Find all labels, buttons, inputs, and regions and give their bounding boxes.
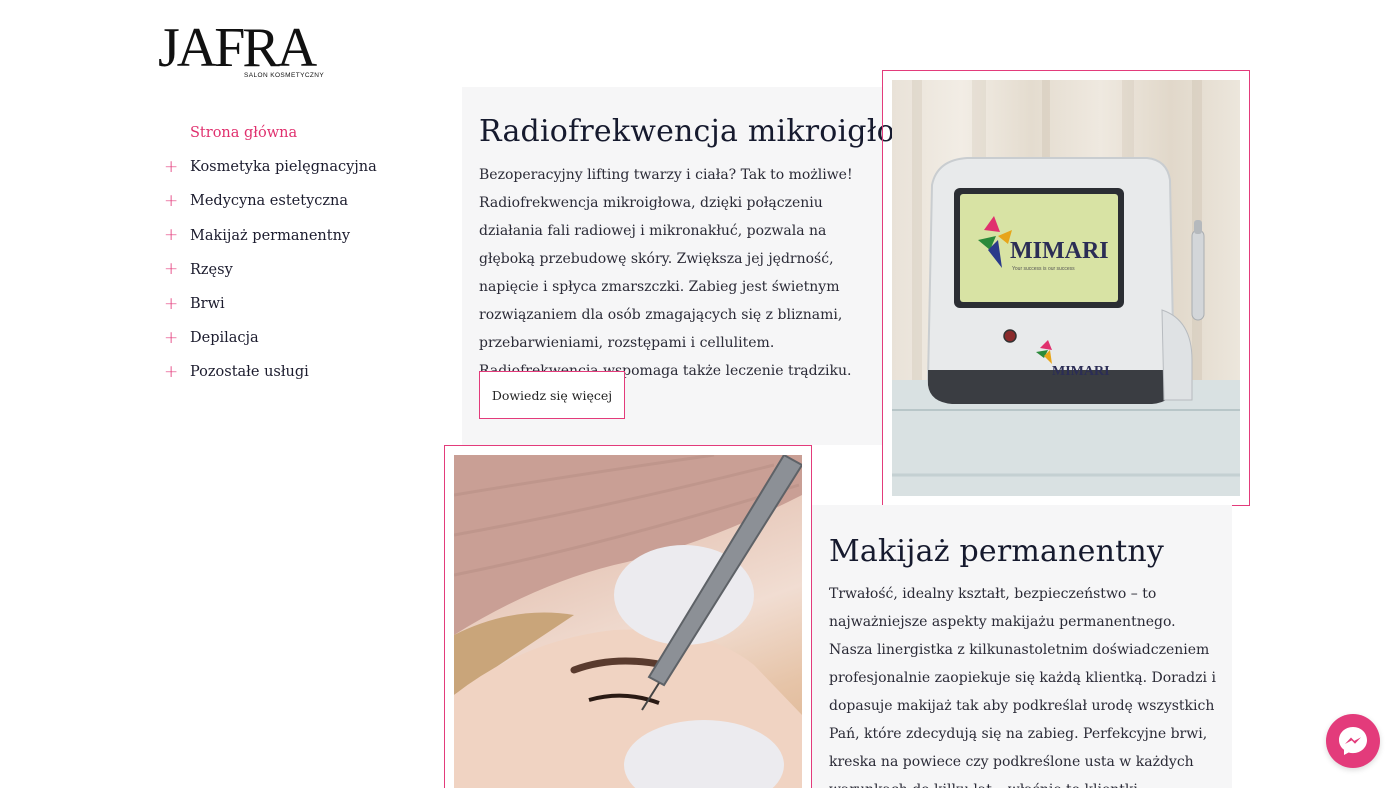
nav-item-label: Medycyna estetyczna bbox=[190, 193, 348, 210]
nav-item-brwi[interactable]: + Brwi bbox=[164, 287, 424, 321]
learn-more-button[interactable]: Dowiedz się więcej bbox=[479, 371, 625, 419]
power-button-icon bbox=[1003, 329, 1017, 343]
messenger-icon bbox=[1339, 727, 1367, 755]
nav-item-pozostale[interactable]: + Pozostałe usługi bbox=[164, 355, 424, 389]
nav-item-label: Pozostałe usługi bbox=[190, 364, 309, 381]
plus-icon[interactable]: + bbox=[164, 227, 190, 244]
nav-item-depilacja[interactable]: + Depilacja bbox=[164, 321, 424, 355]
messenger-chat-button[interactable] bbox=[1326, 714, 1380, 768]
logo-subtitle: SALON KOSMETYCZNY bbox=[244, 72, 325, 79]
nav-item-label: Depilacja bbox=[190, 330, 259, 347]
nav-item-label: Kosmetyka pielęgnacyjna bbox=[190, 159, 377, 176]
plus-icon[interactable]: + bbox=[164, 261, 190, 278]
section-title-radiofrekwencja: Radiofrekwencja mikroigłowa bbox=[479, 114, 939, 149]
plus-icon[interactable]: + bbox=[164, 295, 190, 313]
nav-item-label: Strona główna bbox=[190, 125, 298, 142]
device-photo: MIMARI Your success is our success MIMAR… bbox=[892, 80, 1240, 496]
pmu-illustration bbox=[454, 455, 802, 788]
nav-item-label: Makijaż permanentny bbox=[190, 227, 351, 244]
nav-item-medycyna[interactable]: + Medycyna estetyczna bbox=[164, 184, 424, 218]
handpiece bbox=[1191, 229, 1205, 321]
screen-tagline: Your success is our success bbox=[1012, 266, 1075, 272]
plus-icon[interactable]: + bbox=[164, 158, 190, 176]
plus-icon[interactable]: + bbox=[164, 363, 190, 381]
nav-item-kosmetyka[interactable]: + Kosmetyka pielęgnacyjna bbox=[164, 150, 424, 184]
nav-item-label: Brwi bbox=[190, 296, 225, 313]
section-text-radiofrekwencja: Bezoperacyjny lifting twarzy i ciała? Ta… bbox=[479, 167, 853, 379]
pmu-photo bbox=[454, 455, 802, 788]
nav-item-rzesy[interactable]: + Rzęsy bbox=[164, 253, 424, 287]
nav-item-home[interactable]: Strona główna bbox=[164, 116, 424, 150]
section-text-makijaz: Trwałość, idealny kształt, bezpieczeństw… bbox=[829, 586, 1216, 788]
plus-icon[interactable]: + bbox=[164, 329, 190, 347]
nav-item-makijaz[interactable]: + Makijaż permanentny bbox=[164, 219, 424, 253]
body-brand: MIMARI bbox=[1052, 364, 1110, 379]
plus-icon[interactable]: + bbox=[164, 192, 190, 210]
nav-item-label: Rzęsy bbox=[190, 261, 233, 278]
logo[interactable]: JAFRA SALON KOSMETYCZNY bbox=[158, 17, 328, 82]
rf-device-illustration: MIMARI Your success is our success MIMAR… bbox=[892, 80, 1240, 496]
sidebar-nav: Strona główna + Kosmetyka pielęgnacyjna … bbox=[164, 116, 424, 390]
screen-brand: MIMARI bbox=[1010, 238, 1109, 264]
section-title-makijaz: Makijaż permanentny bbox=[829, 534, 1165, 569]
logo-wordmark: JAFRA bbox=[158, 17, 317, 79]
